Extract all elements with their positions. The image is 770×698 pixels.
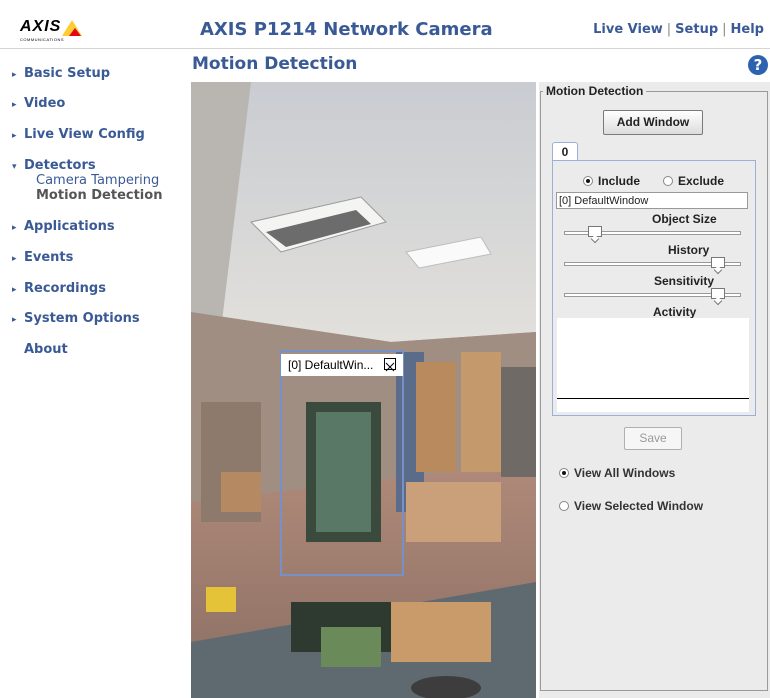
chevron-right-icon: ▸ [12,254,17,264]
help-icon[interactable]: ? [748,55,768,75]
exclude-radio[interactable]: Exclude [663,174,724,188]
axis-logo[interactable]: AXIS COMMUNICATIONS [20,18,90,44]
sidebar-item-recordings[interactable]: ▸ Recordings [12,281,106,296]
object-size-label: Object Size [652,212,717,226]
sidebar [0,52,180,698]
logo-subtext: COMMUNICATIONS [20,37,65,42]
radio-unselected-icon [663,176,673,186]
sidebar-item-about[interactable]: About [12,342,68,357]
help-link[interactable]: Help [731,22,764,37]
include-radio[interactable]: Include [583,174,640,188]
product-title: AXIS P1214 Network Camera [200,19,493,40]
chevron-down-icon: ▾ [12,162,17,172]
activity-label: Activity [653,305,697,319]
sidebar-item-basic-setup[interactable]: ▸ Basic Setup [12,66,110,81]
sidebar-item-detectors[interactable]: ▾ Detectors [12,158,96,173]
activity-baseline [557,398,749,399]
radio-selected-icon [559,468,569,478]
history-label: History [668,243,710,257]
sidebar-item-system-options[interactable]: ▸ System Options [12,311,140,326]
tab-window-0[interactable]: 0 [552,142,578,161]
window-name-input[interactable]: [0] DefaultWindow [556,192,748,209]
radio-unselected-icon [559,501,569,511]
chevron-right-icon: ▸ [12,223,17,233]
chevron-right-icon: ▸ [12,285,17,295]
fieldset-legend: Motion Detection [543,84,647,98]
header-bar: AXIS COMMUNICATIONS AXIS P1214 Network C… [0,0,770,49]
sensitivity-slider-thumb[interactable] [710,288,725,299]
object-size-slider-thumb[interactable] [588,226,603,237]
close-icon[interactable] [384,358,396,372]
sidebar-item-events[interactable]: ▸ Events [12,250,73,265]
live-view-link[interactable]: Live View [593,22,663,37]
chevron-right-icon: ▸ [12,70,17,80]
save-button[interactable]: Save [624,427,682,450]
add-window-button[interactable]: Add Window [603,110,703,135]
top-nav: Live View | Setup | Help [593,22,764,37]
history-slider-thumb[interactable] [710,257,725,268]
chevron-right-icon: ▸ [12,131,17,141]
view-selected-window-radio[interactable]: View Selected Window [559,499,703,513]
view-all-windows-radio[interactable]: View All Windows [559,466,675,480]
motion-window-overlay[interactable] [280,350,404,576]
logo-text: AXIS [20,18,62,35]
chevron-right-icon: ▸ [12,315,17,325]
setup-link[interactable]: Setup [675,22,718,37]
logo-triangle-red-icon [69,28,81,36]
sidebar-subitem-camera-tampering[interactable]: Camera Tampering [36,173,159,188]
sidebar-item-video[interactable]: ▸ Video [12,96,65,111]
chevron-right-icon: ▸ [12,100,17,110]
sidebar-item-applications[interactable]: ▸ Applications [12,219,115,234]
radio-selected-icon [583,176,593,186]
sensitivity-label: Sensitivity [654,274,715,288]
page-title: Motion Detection [192,54,358,74]
sidebar-subitem-motion-detection[interactable]: Motion Detection [36,188,162,203]
sidebar-item-live-view-config[interactable]: ▸ Live View Config [12,127,145,142]
